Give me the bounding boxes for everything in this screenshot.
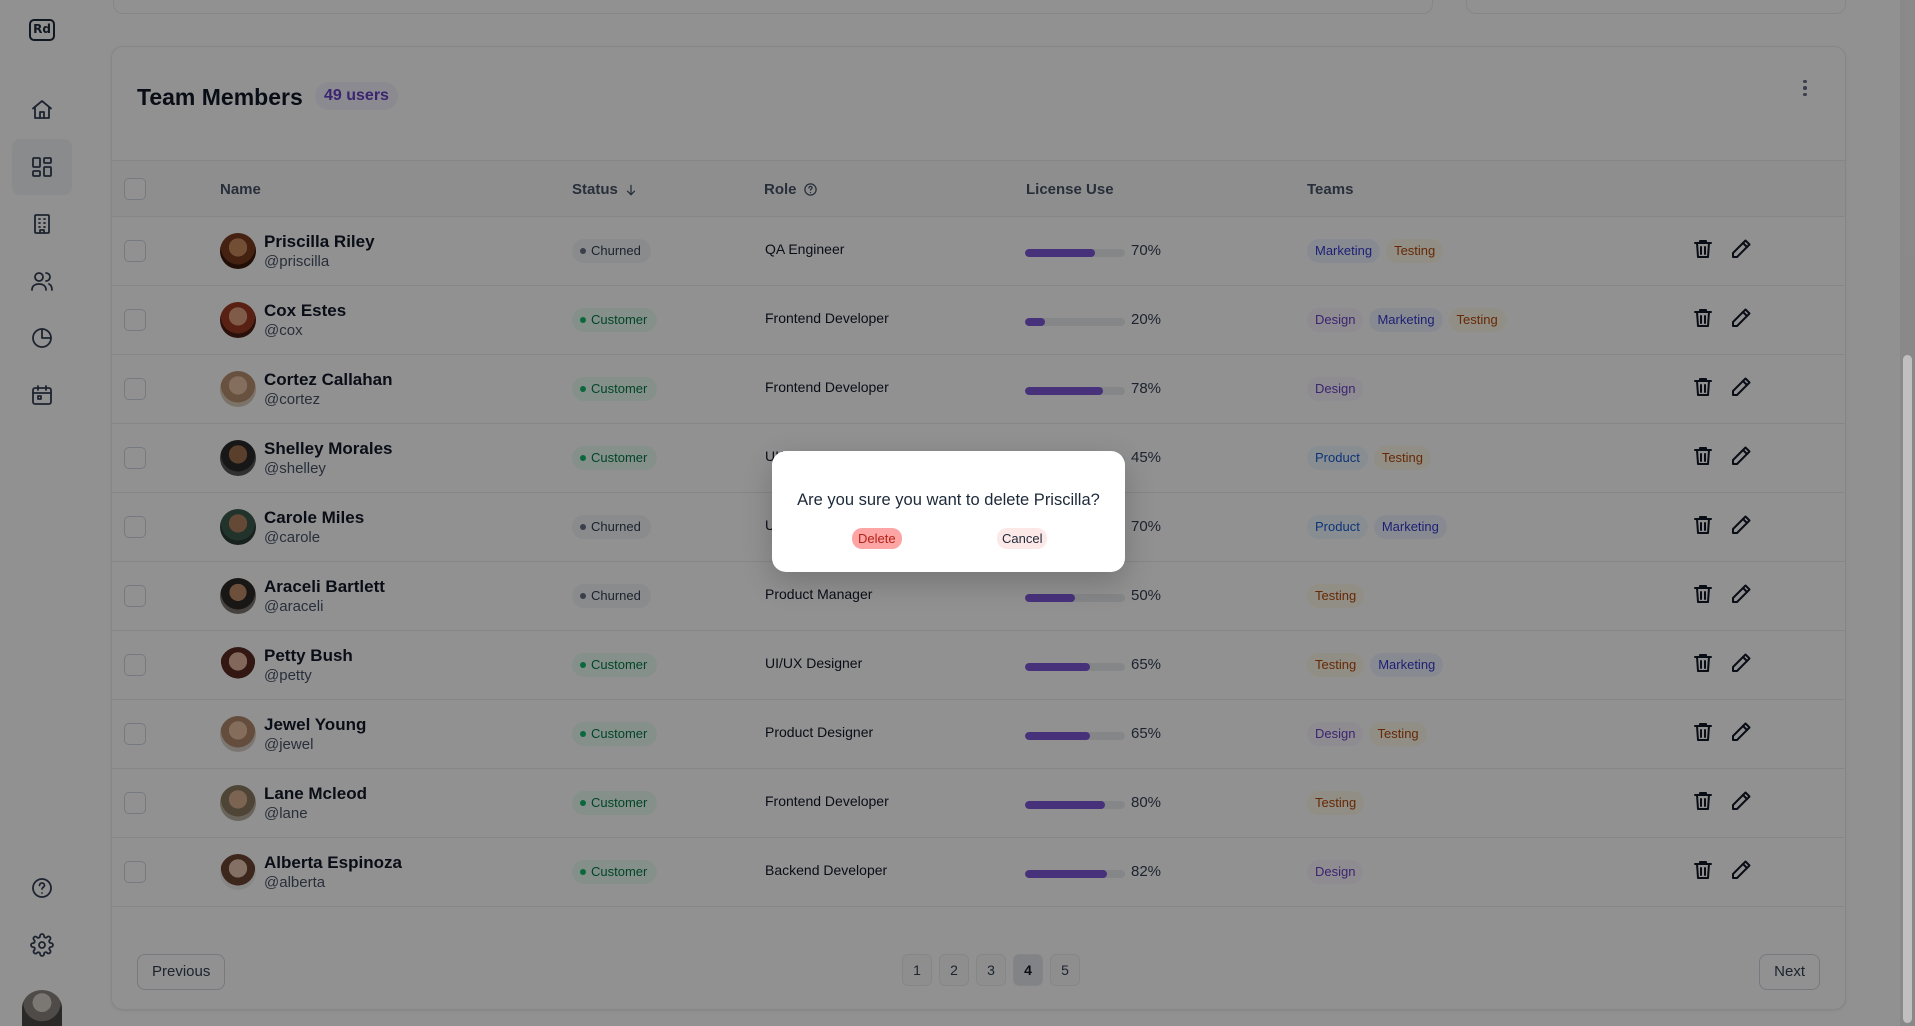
scrollbar-thumb[interactable] xyxy=(1903,355,1912,1023)
delete-confirm-dialog: Are you sure you want to delete Priscill… xyxy=(772,451,1125,572)
cancel-button[interactable]: Cancel xyxy=(997,528,1048,549)
confirm-delete-button[interactable]: Delete xyxy=(852,528,902,549)
dialog-message: Are you sure you want to delete Priscill… xyxy=(797,491,1100,509)
